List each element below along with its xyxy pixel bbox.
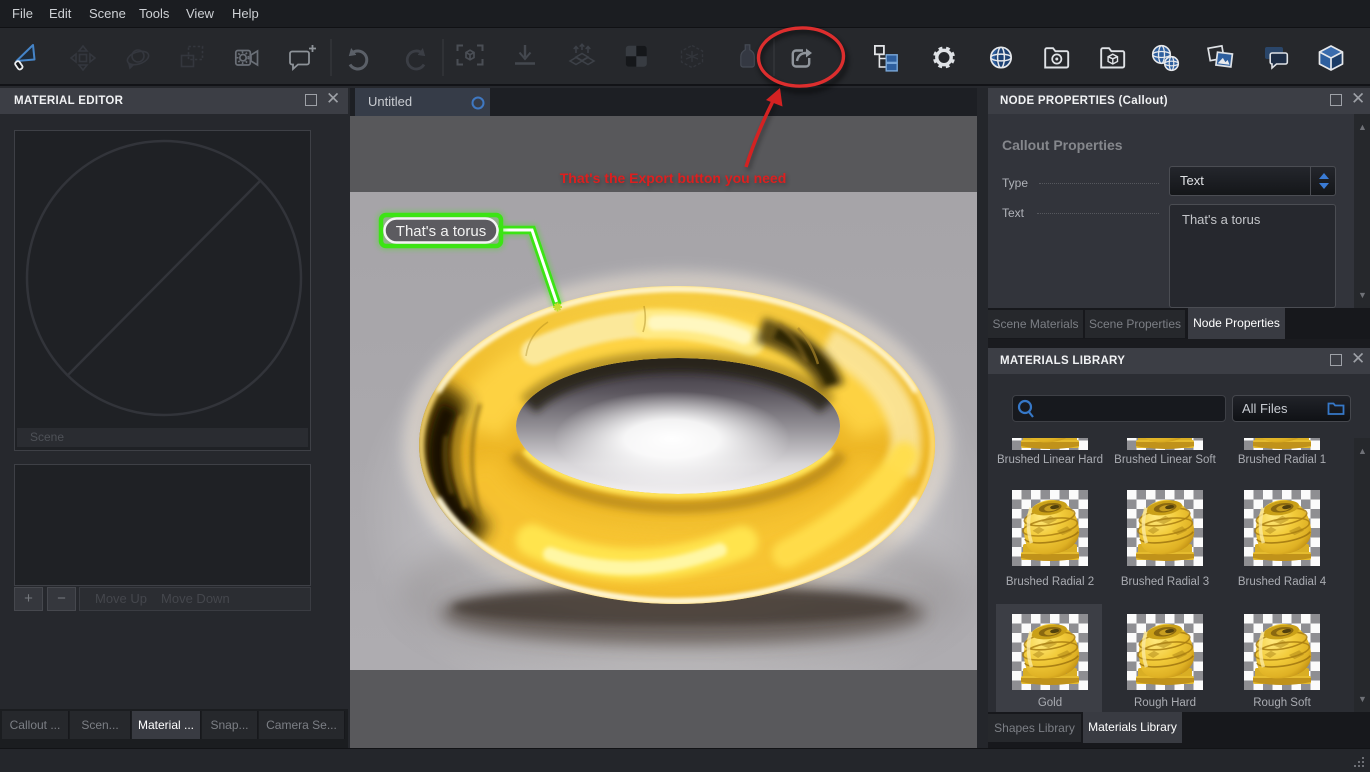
- svg-text:That's a torus: That's a torus: [396, 223, 486, 240]
